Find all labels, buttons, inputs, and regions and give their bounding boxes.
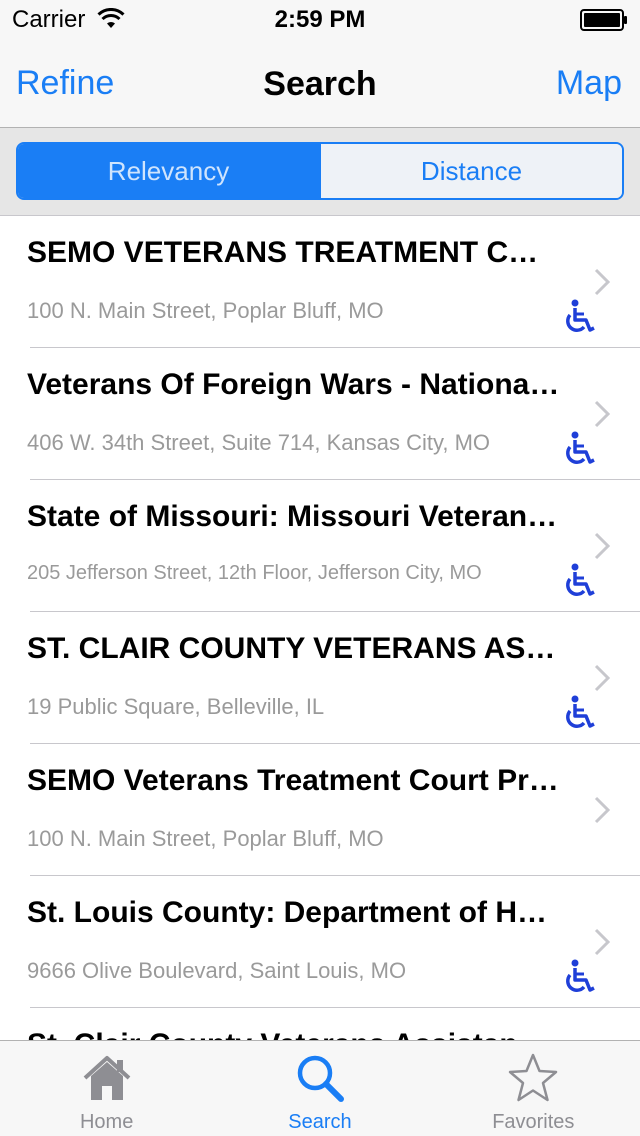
wheelchair-icon	[566, 563, 595, 596]
tab-bar: Home Search Favorites	[0, 1040, 640, 1136]
list-item[interactable]: SEMO VETERANS TREATMENT C… 100 N. Main S…	[0, 216, 640, 348]
list-item[interactable]: St. Louis County: Department of H… 9666 …	[0, 876, 640, 1008]
home-icon	[83, 1056, 131, 1100]
battery-icon	[580, 9, 627, 31]
chevron-right-icon	[594, 400, 610, 428]
wheelchair-icon	[566, 431, 595, 464]
map-button[interactable]: Map	[556, 64, 622, 103]
sort-segmented-control: Relevancy Distance	[16, 142, 624, 200]
chevron-right-icon	[594, 664, 610, 692]
result-address: 19 Public Square, Belleville, IL	[27, 694, 325, 719]
wheelchair-icon	[566, 959, 595, 992]
refine-button[interactable]: Refine	[16, 64, 114, 103]
status-time: 2:59 PM	[274, 6, 366, 33]
result-name: SEMO Veterans Treatment Court Pr…	[27, 764, 559, 797]
list-item[interactable]: Veterans Of Foreign Wars - Nationa… 406 …	[0, 348, 640, 480]
result-address: 100 N. Main Street, Poplar Bluff, MO	[27, 826, 384, 851]
tab-label: Favorites	[492, 1111, 575, 1133]
list-item[interactable]: SEMO Veterans Treatment Court Pr… 100 N.…	[0, 744, 640, 876]
chevron-right-icon	[594, 796, 610, 824]
wheelchair-icon	[566, 299, 595, 332]
segment-relevancy[interactable]: Relevancy	[18, 144, 319, 198]
tab-favorites[interactable]: Favorites	[427, 1041, 640, 1136]
chevron-right-icon	[594, 928, 610, 956]
chevron-right-icon	[594, 268, 610, 296]
result-address: 9666 Olive Boulevard, Saint Louis, MO	[27, 958, 407, 983]
sort-segment-bar: Relevancy Distance	[0, 128, 640, 216]
results-list[interactable]: SEMO VETERANS TREATMENT C… 100 N. Main S…	[0, 216, 640, 1040]
result-address: 406 W. 34th Street, Suite 714, Kansas Ci…	[27, 430, 491, 455]
segment-distance[interactable]: Distance	[319, 144, 622, 198]
tab-label: Home	[79, 1111, 134, 1133]
tab-label: Search	[288, 1111, 352, 1133]
result-name: St. Louis County: Department of H…	[27, 896, 547, 929]
tab-home[interactable]: Home	[0, 1041, 213, 1136]
result-address: 205 Jefferson Street, 12th Floor, Jeffer…	[27, 562, 482, 584]
result-address: 100 N. Main Street, Poplar Bluff, MO	[27, 298, 384, 323]
star-icon	[509, 1053, 558, 1102]
chevron-right-icon	[594, 532, 610, 560]
status-bar: Carrier 2:59 PM	[0, 0, 640, 40]
search-icon	[297, 1055, 344, 1102]
result-name: SEMO VETERANS TREATMENT C…	[27, 236, 539, 269]
result-name: State of Missouri: Missouri Veteran…	[27, 500, 558, 533]
tab-search[interactable]: Search	[213, 1041, 426, 1136]
result-name: St. Clair County Veterans Assistan…	[27, 1028, 577, 1040]
wheelchair-icon	[566, 695, 595, 728]
list-item[interactable]: St. Clair County Veterans Assistan…	[0, 1008, 640, 1040]
result-name: ST. CLAIR COUNTY VETERANS AS…	[27, 632, 556, 665]
result-name: Veterans Of Foreign Wars - Nationa…	[27, 368, 560, 401]
navigation-bar: Carrier 2:59 PM Refine Search Map	[0, 0, 640, 128]
list-item[interactable]: State of Missouri: Missouri Veteran… 205…	[0, 480, 640, 612]
list-item[interactable]: ST. CLAIR COUNTY VETERANS AS… 19 Public …	[0, 612, 640, 744]
